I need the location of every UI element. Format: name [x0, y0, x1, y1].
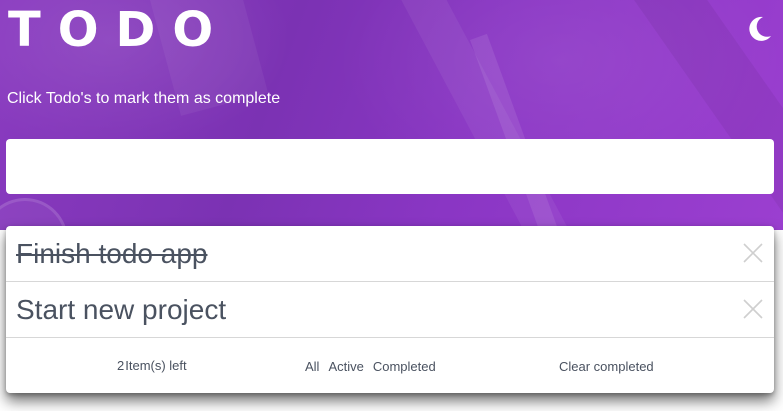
filter-group: All Active Completed [305, 359, 436, 374]
filter-active[interactable]: Active [328, 359, 363, 374]
items-left-counter: 2Item(s) left [117, 358, 187, 373]
todo-text[interactable]: Start new project [16, 293, 226, 327]
moon-icon [749, 16, 771, 41]
items-left-count: 2 [117, 358, 125, 373]
delete-todo-button[interactable] [743, 299, 763, 319]
filter-all[interactable]: All [305, 359, 319, 374]
todo-footer: 2Item(s) left All Active Completed Clear… [6, 338, 774, 393]
instructions-text: Click Todo's to mark them as complete [7, 90, 281, 107]
new-todo-input[interactable] [6, 139, 774, 194]
theme-toggle-button[interactable] [744, 14, 774, 44]
close-icon [743, 243, 763, 263]
items-left-label: Item(s) left [125, 358, 187, 373]
delete-todo-button[interactable] [743, 243, 763, 263]
todo-list: Finish todo app Start new project 2Item(… [6, 226, 774, 393]
app-title: TODO [8, 2, 231, 58]
todo-item[interactable]: Start new project [6, 282, 774, 338]
close-icon [743, 299, 763, 319]
todo-item[interactable]: Finish todo app [6, 226, 774, 282]
filter-completed[interactable]: Completed [373, 359, 436, 374]
todo-text[interactable]: Finish todo app [16, 237, 207, 271]
clear-completed-button[interactable]: Clear completed [559, 359, 654, 374]
